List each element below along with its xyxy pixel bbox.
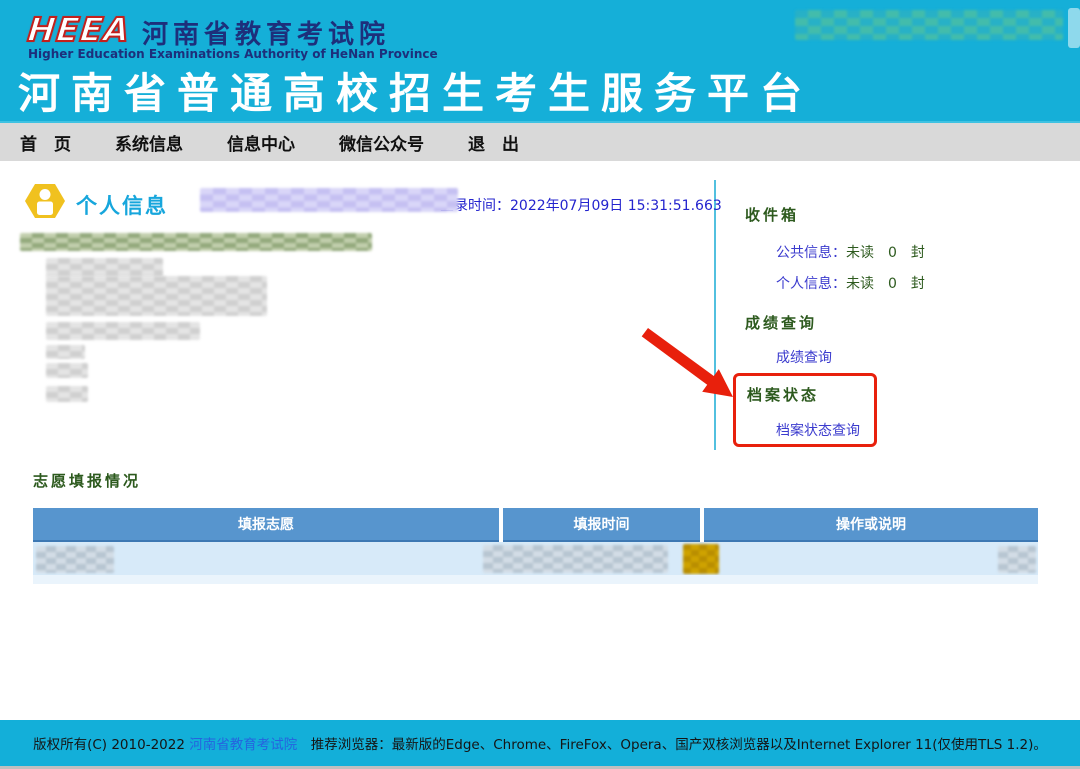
table-row-underline — [33, 575, 1038, 584]
archive-status-query-link[interactable]: 档案状态查询 — [776, 420, 860, 440]
col-header-time: 填报时间 — [503, 508, 700, 542]
inbox-public-row: 公共信息：未读 0 封 — [776, 242, 925, 262]
redacted-detail-blur — [46, 258, 163, 277]
inbox-personal-status: 未读 0 封 — [846, 276, 925, 292]
redacted-detail-blur — [46, 363, 88, 378]
redacted-detail-blur — [46, 322, 200, 340]
volunteer-section-title: 志愿填报情况 — [33, 470, 141, 491]
inbox-personal-row: 个人信息：未读 0 封 — [776, 273, 925, 293]
copyright-text: 版权所有(C) 2010-2022 — [33, 733, 189, 753]
footer-org-link[interactable]: 河南省教育考试院 — [189, 733, 297, 753]
col-header-action: 操作或说明 — [704, 508, 1038, 542]
login-time-value: 2022年07月09日 15:31:51.663 — [510, 198, 722, 214]
archive-status-heading: 档案状态 — [747, 384, 819, 405]
red-annotation-arrow-icon — [632, 320, 742, 409]
platform-title: 河南省普通高校招生考生服务平台 — [18, 60, 813, 121]
redacted-detail-blur — [46, 386, 88, 402]
header-banner: HEEA 河南省教育考试院 Higher Education Examinati… — [0, 0, 1080, 121]
redacted-cell-blur — [483, 545, 668, 573]
redacted-detail-blur — [46, 345, 85, 359]
scrollbar-thumb[interactable] — [1068, 8, 1080, 48]
content-sidebar-divider — [714, 180, 716, 450]
nav-item-system-info[interactable]: 系统信息 — [115, 130, 183, 155]
redacted-name-blur — [200, 188, 458, 212]
redacted-cell-blur — [36, 546, 114, 573]
redacted-detail-blur — [46, 276, 267, 316]
inbox-public-link[interactable]: 公共信息： — [776, 245, 846, 261]
redacted-username-blur — [795, 10, 1063, 40]
footer-bar: 版权所有(C) 2010-2022 河南省教育考试院 推荐浏览器：最新版的Edg… — [0, 720, 1080, 766]
volunteer-table-header: 填报志愿 填报时间 操作或说明 — [33, 508, 1038, 542]
inbox-public-status: 未读 0 封 — [846, 245, 925, 261]
nav-item-logout[interactable]: 退 出 — [468, 130, 519, 155]
inbox-personal-link[interactable]: 个人信息： — [776, 276, 846, 292]
redacted-info-band-blur — [20, 233, 372, 251]
heea-logo: HEEA — [26, 10, 132, 49]
nav-item-home[interactable]: 首 页 — [20, 130, 71, 155]
nav-item-wechat[interactable]: 微信公众号 — [339, 130, 424, 155]
nav-item-info-center[interactable]: 信息中心 — [227, 130, 295, 155]
redacted-cell-blur — [998, 546, 1036, 573]
browser-recommendation-text: 推荐浏览器：最新版的Edge、Chrome、FireFox、Opera、国产双核… — [297, 733, 1047, 753]
personal-info-title: 个人信息 — [76, 190, 168, 220]
person-hexagon-icon — [25, 182, 65, 224]
score-query-link[interactable]: 成绩查询 — [776, 347, 832, 367]
table-row — [33, 542, 1038, 575]
inbox-heading: 收件箱 — [745, 204, 799, 225]
score-query-heading: 成绩查询 — [745, 312, 817, 333]
org-name-en: Higher Education Examinations Authority … — [28, 47, 438, 61]
page: HEEA 河南省教育考试院 Higher Education Examinati… — [0, 0, 1080, 769]
redacted-cell-blur — [683, 544, 719, 574]
org-name-cn: 河南省教育考试院 — [142, 14, 390, 51]
login-time: 登录时间：2022年07月09日 15:31:51.663 — [440, 195, 722, 215]
main-nav: 首 页 系统信息 信息中心 微信公众号 退 出 — [0, 121, 1080, 161]
col-header-volunteer: 填报志愿 — [33, 508, 499, 542]
